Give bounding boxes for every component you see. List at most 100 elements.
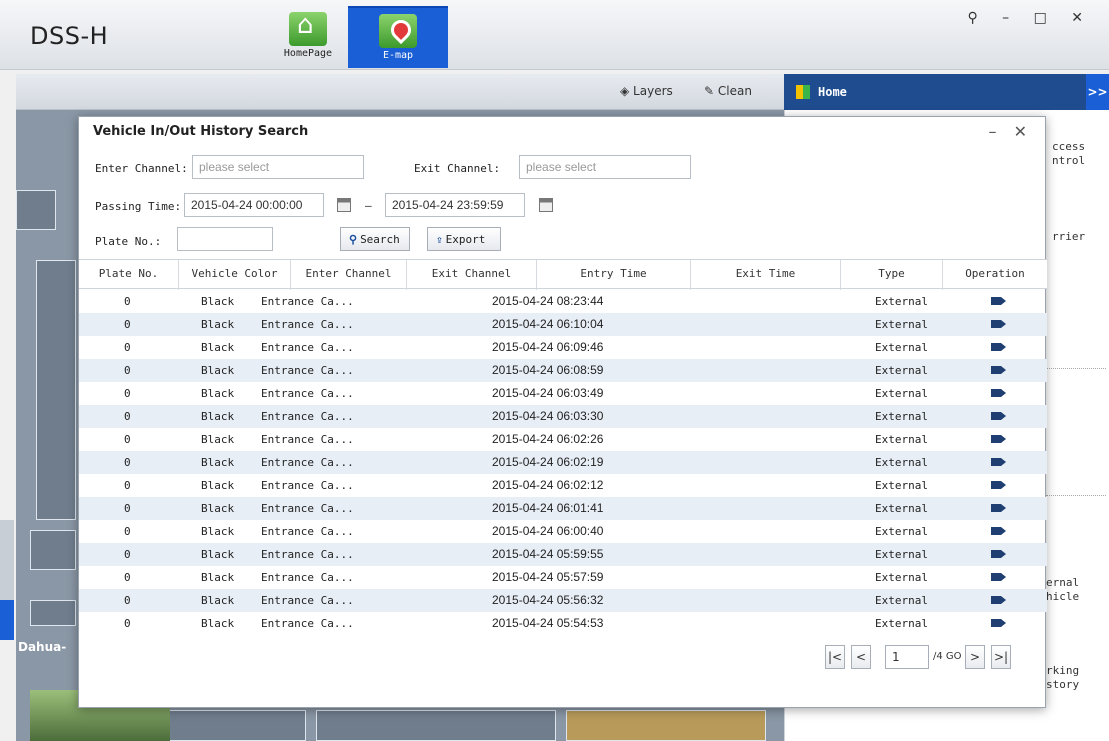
video-camera-icon[interactable] <box>991 619 1006 627</box>
table-row[interactable]: 0 Black Entrance Ca... 2015-04-24 06:00:40 E… <box>79 520 1047 543</box>
nav-homepage[interactable]: HomePage <box>258 6 358 68</box>
table-row[interactable]: 0 Black Entrance Ca... 2015-04-24 06:01:41 E… <box>79 497 1047 520</box>
cell-entry-time: 2015-04-24 06:03:49 <box>492 386 604 400</box>
col-entry-time[interactable]: Entry Time <box>537 260 691 290</box>
cell-type: External <box>875 387 928 400</box>
col-enter-channel[interactable]: Enter Channel <box>291 260 407 290</box>
cell-vehicle-color: Black <box>201 295 235 308</box>
table-row[interactable]: 0 Black Entrance Ca... 2015-04-24 06:02:19 E… <box>79 451 1047 474</box>
video-camera-icon[interactable] <box>991 527 1006 535</box>
cell-vehicle-color: Black <box>201 502 235 515</box>
col-exit-channel[interactable]: Exit Channel <box>407 260 537 290</box>
calendar-icon[interactable] <box>539 198 553 212</box>
cell-vehicle-color: Black <box>201 525 235 538</box>
cell-entry-time: 2015-04-24 06:10:04 <box>492 317 604 331</box>
map-block <box>566 710 766 741</box>
left-collapse-tab[interactable] <box>0 600 14 640</box>
grid-icon <box>796 85 810 99</box>
table-row[interactable]: 0 Black Entrance Ca... 2015-04-24 06:03:30 E… <box>79 405 1047 428</box>
cell-enter-channel: Entrance Ca... <box>261 617 354 630</box>
first-page-button[interactable]: |< <box>825 645 845 669</box>
table-row[interactable]: 0 Black Entrance Ca... 2015-04-24 05:56:32 E… <box>79 589 1047 612</box>
layers-icon: ◈ <box>620 84 634 98</box>
video-camera-icon[interactable] <box>991 458 1006 466</box>
start-time-input[interactable]: 2015-04-24 00:00:00 <box>184 193 324 217</box>
prev-page-button[interactable]: < <box>851 645 871 669</box>
cell-vehicle-color: Black <box>201 548 235 561</box>
export-button[interactable]: ⇪ Export <box>427 227 501 251</box>
video-camera-icon[interactable] <box>991 389 1006 397</box>
video-camera-icon[interactable] <box>991 596 1006 604</box>
col-operation[interactable]: Operation <box>943 260 1047 290</box>
video-camera-icon[interactable] <box>991 412 1006 420</box>
map-block <box>36 260 76 520</box>
cell-vehicle-color: Black <box>201 318 235 331</box>
plate-no-input[interactable] <box>177 227 273 251</box>
video-camera-icon[interactable] <box>991 343 1006 351</box>
next-page-button[interactable]: > <box>965 645 985 669</box>
enter-channel-select[interactable]: please select <box>192 155 364 179</box>
video-camera-icon[interactable] <box>991 504 1006 512</box>
cell-plate-no: 0 <box>124 456 131 469</box>
table-row[interactable]: 0 Black Entrance Ca... 2015-04-24 05:54:53 E… <box>79 612 1047 635</box>
title-bar: DSS-H HomePage E-map ⚲ – □ ✕ <box>0 0 1109 70</box>
external-vehicle-label-1: ernal <box>1046 576 1080 589</box>
nav-emap[interactable]: E-map <box>348 6 448 68</box>
clean-label: Clean <box>717 84 752 98</box>
video-camera-icon[interactable] <box>991 550 1006 558</box>
cell-enter-channel: Entrance Ca... <box>261 433 354 446</box>
app-title: DSS-H <box>30 22 109 50</box>
table-row[interactable]: 0 Black Entrance Ca... 2015-04-24 06:08:59 E… <box>79 359 1047 382</box>
expand-panel-button[interactable]: >> <box>1086 74 1109 110</box>
col-plate-no[interactable]: Plate No. <box>79 260 179 290</box>
dialog-title: Vehicle In/Out History Search <box>93 124 309 139</box>
cell-enter-channel: Entrance Ca... <box>261 571 354 584</box>
table-row[interactable]: 0 Black Entrance Ca... 2015-04-24 05:59:55 E… <box>79 543 1047 566</box>
cell-entry-time: 2015-04-24 05:59:55 <box>492 547 604 561</box>
exit-channel-select[interactable]: please select <box>519 155 691 179</box>
video-camera-icon[interactable] <box>991 320 1006 328</box>
table-row[interactable]: 0 Black Entrance Ca... 2015-04-24 06:10:04 E… <box>79 313 1047 336</box>
video-camera-icon[interactable] <box>991 573 1006 581</box>
dialog-controls[interactable]: – ✕ <box>989 122 1034 141</box>
cell-enter-channel: Entrance Ca... <box>261 456 354 469</box>
col-vehicle-color[interactable]: Vehicle Color <box>179 260 291 290</box>
page-number-input[interactable]: 1 <box>885 645 929 669</box>
table-row[interactable]: 0 Black Entrance Ca... 2015-04-24 06:03:49 E… <box>79 382 1047 405</box>
last-page-button[interactable]: >| <box>991 645 1011 669</box>
cell-entry-time: 2015-04-24 06:02:12 <box>492 478 604 492</box>
enter-channel-label: Enter Channel: <box>95 162 188 175</box>
col-type[interactable]: Type <box>841 260 943 290</box>
cell-entry-time: 2015-04-24 06:01:41 <box>492 501 604 515</box>
home-label: Home <box>818 85 847 99</box>
page-total-go[interactable]: /4 GO <box>933 651 962 662</box>
window-controls[interactable]: ⚲ – □ ✕ <box>967 10 1093 26</box>
cell-type: External <box>875 295 928 308</box>
map-pin-icon <box>379 14 417 48</box>
video-camera-icon[interactable] <box>991 366 1006 374</box>
cell-type: External <box>875 410 928 423</box>
video-camera-icon[interactable] <box>991 481 1006 489</box>
table-row[interactable]: 0 Black Entrance Ca... 2015-04-24 05:57:59 E… <box>79 566 1047 589</box>
map-block <box>30 530 76 570</box>
video-camera-icon[interactable] <box>991 297 1006 305</box>
access-control-label-1: ccess <box>1052 140 1086 153</box>
cell-vehicle-color: Black <box>201 410 235 423</box>
home-panel-header[interactable]: Home <box>784 74 1086 110</box>
table-row[interactable]: 0 Black Entrance Ca... 2015-04-24 08:23:44 E… <box>79 290 1047 313</box>
table-row[interactable]: 0 Black Entrance Ca... 2015-04-24 06:02:26 E… <box>79 428 1047 451</box>
table-row[interactable]: 0 Black Entrance Ca... 2015-04-24 06:02:12 E… <box>79 474 1047 497</box>
search-icon: ⚲ <box>349 233 358 246</box>
layers-button[interactable]: ◈ Layers <box>620 84 673 98</box>
map-block <box>316 710 556 741</box>
end-time-input[interactable]: 2015-04-24 23:59:59 <box>385 193 525 217</box>
video-camera-icon[interactable] <box>991 435 1006 443</box>
clean-button[interactable]: ✎ Clean <box>704 84 752 98</box>
table-row[interactable]: 0 Black Entrance Ca... 2015-04-24 06:09:46 E… <box>79 336 1047 359</box>
cell-plate-no: 0 <box>124 410 131 423</box>
calendar-icon[interactable] <box>337 198 351 212</box>
search-button[interactable]: ⚲ Search <box>340 227 410 251</box>
cell-enter-channel: Entrance Ca... <box>261 594 354 607</box>
search-label: Search <box>360 233 400 246</box>
col-exit-time[interactable]: Exit Time <box>691 260 841 290</box>
